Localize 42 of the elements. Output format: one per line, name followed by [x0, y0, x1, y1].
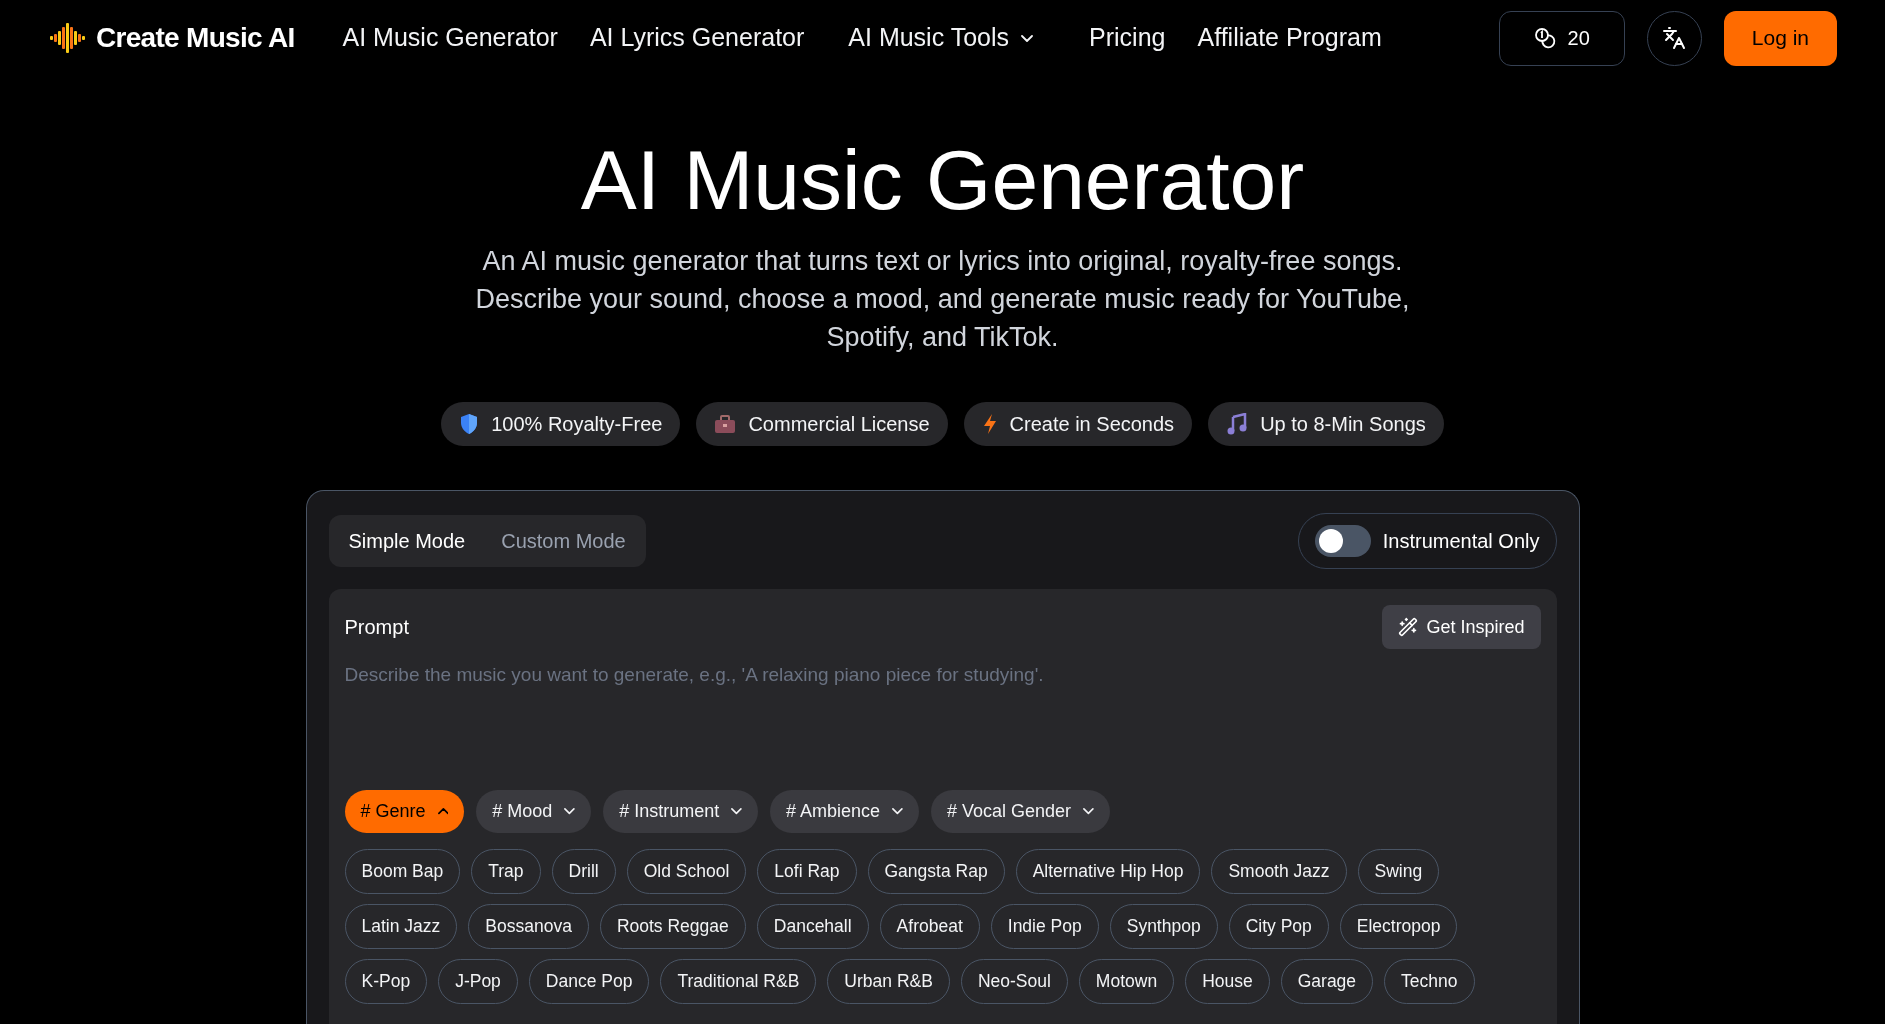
mode-tab[interactable]: Simple Mode [334, 521, 480, 561]
feature-badge: Commercial License [696, 402, 948, 446]
coins-icon [1533, 27, 1556, 49]
login-button[interactable]: Log in [1723, 10, 1837, 66]
instrumental-label: Instrumental Only [1382, 529, 1540, 554]
credits-button[interactable]: 20 [1498, 10, 1625, 66]
prompt-label: Prompt [344, 615, 409, 640]
nav-link[interactable]: AI Music Generator [342, 19, 558, 57]
feature-badge: Create in Seconds [963, 402, 1193, 446]
lightning-icon [981, 413, 998, 435]
chevron-down-icon [1083, 808, 1094, 815]
hero-subtitle: An AI music generator that turns text or lyrics into original, royalty-free songs. Describe your sound, choose a mood, and generate music ready for YouTube, Spotify, and TikTok. [474, 245, 1411, 354]
translate-icon [1662, 26, 1687, 50]
waveform-logo-icon [48, 22, 88, 54]
nav-link[interactable]: AI Lyrics Generator [589, 19, 805, 57]
prompt-field[interactable]: Describe the music you want to generate, e.g., 'A relaxing piano piece for studying'. [344, 661, 1541, 771]
chevron-down-icon [892, 808, 903, 815]
feature-badge: 100% Royalty-Free [441, 402, 681, 446]
genre-tag[interactable]: J-Pop [438, 959, 518, 1004]
music-note-icon [1226, 413, 1249, 435]
nav-link[interactable]: Pricing [1089, 19, 1166, 57]
chevron-up-icon [437, 808, 449, 815]
mode-tab[interactable]: Custom Mode [487, 521, 640, 561]
feature-badge: Up to 8-Min Songs [1208, 402, 1444, 446]
shield-icon [459, 413, 480, 435]
page-title: AI Music Generator [580, 138, 1305, 222]
category-chip[interactable]: # Vocal Gender [930, 790, 1110, 833]
instrumental-switch[interactable] [1314, 525, 1371, 557]
nav-dropdown[interactable]: AI Music Tools [848, 19, 1034, 57]
category-chip[interactable]: # Mood [476, 790, 592, 833]
category-chip[interactable]: # Instrument [603, 790, 759, 833]
chevron-down-icon [731, 808, 743, 815]
brand-name[interactable]: Create Music AI [96, 17, 295, 59]
chevron-down-icon [1021, 34, 1034, 42]
chevron-down-icon [564, 808, 576, 815]
magic-wand-icon [1398, 617, 1419, 637]
genre-tag[interactable]: Alternative Hip Hop [1015, 849, 1201, 894]
category-chip[interactable]: # Ambience [770, 790, 919, 833]
get-inspired-button[interactable]: Get Inspired [1382, 605, 1541, 649]
nav-link[interactable]: Affiliate Program [1197, 19, 1382, 57]
category-chip[interactable]: # Genre [344, 790, 465, 833]
briefcase-icon [714, 414, 737, 434]
